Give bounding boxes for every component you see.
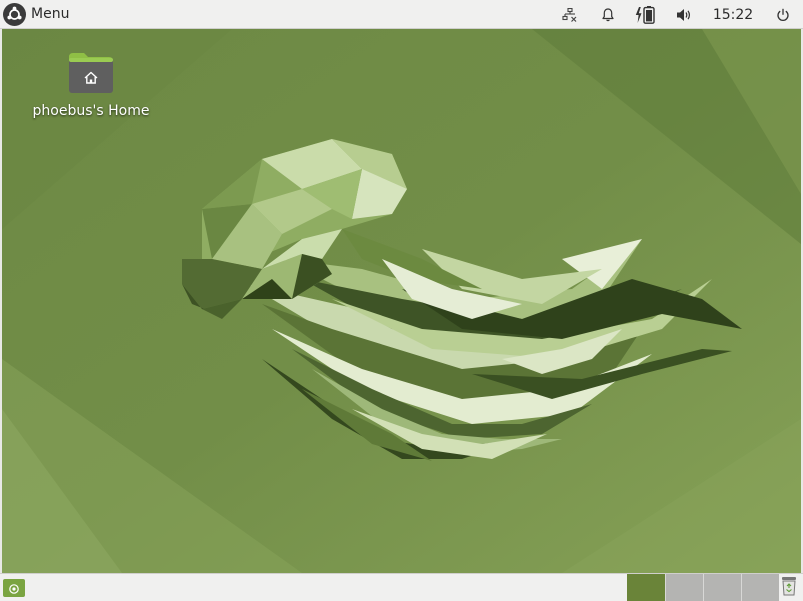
menu-button[interactable]: Menu [0, 0, 75, 29]
desktop-icon-home[interactable]: phoebus's Home [26, 51, 156, 119]
menu-label: Menu [31, 6, 70, 22]
network-disconnected-icon[interactable] [550, 0, 589, 29]
power-icon[interactable] [763, 0, 803, 29]
home-folder-icon [67, 51, 115, 99]
clock-time: 15:22 [712, 6, 754, 23]
desktop-icon-label: phoebus's Home [32, 103, 150, 119]
workspace-switcher [627, 574, 779, 601]
screen: Menu 15:22 phoebus's Home [0, 0, 803, 601]
workspace-1[interactable] [627, 574, 665, 601]
trash-icon [781, 576, 797, 600]
workspace-2[interactable] [665, 574, 703, 601]
show-desktop-button[interactable] [3, 579, 25, 597]
clock[interactable]: 15:22 [703, 0, 763, 29]
trash-button[interactable] [779, 577, 799, 599]
desktop[interactable]: phoebus's Home [2, 29, 801, 573]
workspace-3[interactable] [703, 574, 741, 601]
ubuntu-logo-icon [3, 2, 26, 26]
show-desktop-icon [9, 579, 19, 598]
top-panel: Menu 15:22 [0, 0, 803, 29]
workspace-4[interactable] [741, 574, 779, 601]
notification-bell-icon[interactable] [589, 0, 627, 29]
system-tray: 15:22 [550, 0, 803, 29]
volume-icon[interactable] [665, 0, 703, 29]
bottom-panel [0, 573, 803, 601]
battery-charging-icon[interactable] [627, 0, 665, 29]
